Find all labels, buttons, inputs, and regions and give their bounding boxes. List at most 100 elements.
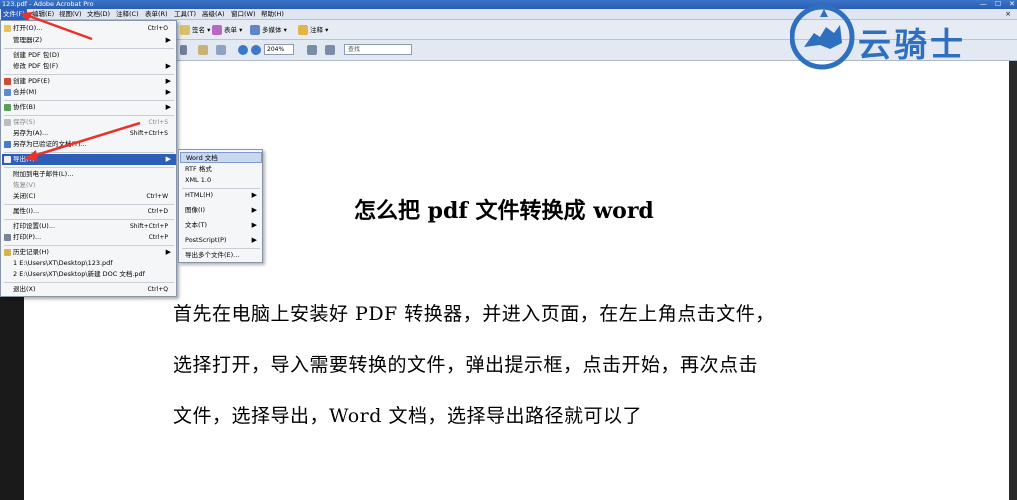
menu-separator [4,152,174,153]
collaborate-icon [4,104,11,111]
comment-icon [298,25,308,35]
menu-item-print[interactable]: 打印(P)... Ctrl+P [2,232,176,243]
menu-item-print-setup[interactable]: 打印设置(U)... Shift+Ctrl+P [2,221,176,232]
submenu-item-label: Word 文档 [186,154,218,162]
submenu-item-image[interactable]: 图像(I) ▶ [180,205,262,216]
zoom-input[interactable]: 204% [264,44,294,55]
forms-icon [212,25,222,35]
menu-item-label: 另存为已验证的文档(T)... [13,140,87,148]
fit-page-icon[interactable] [307,44,317,56]
menu-item-label: 管理器(Z) [13,36,43,44]
menu-item-shortcut: Ctrl+S [148,119,168,126]
menu-item-label: 打印(P)... [13,233,42,241]
submenu-arrow-icon: ▶ [165,103,171,111]
menu-window[interactable]: 窗口(W) [229,9,258,20]
file-menu-dropdown: 打开(O)... Ctrl+O 管理器(Z) ▶ 创建 PDF 包(D) 修改 … [0,20,177,297]
save-icon [4,119,11,126]
menu-separator [4,74,174,75]
submenu-item-text[interactable]: 文本(T) ▶ [180,220,262,231]
menu-item-create-pdf-package[interactable]: 创建 PDF 包(D) [2,50,176,61]
menu-separator [4,100,174,101]
hand-tool-icon[interactable] [198,44,208,56]
menu-edit[interactable]: 编辑(E) [30,9,56,20]
menu-item-label: 退出(X) [13,285,36,293]
submenu-arrow-icon: ▶ [165,36,171,44]
menu-item-create-pdf[interactable]: 创建 PDF(E) ▶ [2,76,176,87]
submenu-item-label: RTF 格式 [185,165,212,173]
menu-separator [4,48,174,49]
menu-help[interactable]: 帮助(H) [259,9,286,20]
menu-item-attach-email[interactable]: 附加到电子邮件(L)... [2,169,176,180]
zoom-tool-icon[interactable] [216,44,226,56]
forms-label: 表单 ▾ [224,26,243,34]
menu-forms[interactable]: 表单(R) [143,9,170,20]
menu-item-save[interactable]: 保存(S) Ctrl+S [2,117,176,128]
menu-item-label: 恢复(V) [13,181,36,189]
menu-item-history[interactable]: 历史记录(H) ▶ [2,247,176,258]
sign-button[interactable]: 签名 ▾ [180,24,210,36]
menu-tools[interactable]: 工具(T) [172,9,198,20]
select-tool-icon[interactable] [180,44,187,56]
comment-label: 注释 ▾ [310,26,329,34]
submenu-item-word[interactable]: Word 文档 [180,152,262,163]
menu-item-label: 创建 PDF 包(D) [13,51,60,59]
menu-item-shortcut: Ctrl+D [147,208,168,215]
menu-item-open[interactable]: 打开(O)... Ctrl+O [2,23,176,34]
submenu-item-postscript[interactable]: PostScript(P) ▶ [180,235,262,246]
submenu-arrow-icon: ▶ [165,155,171,163]
menu-item-shortcut: Shift+Ctrl+P [130,223,168,230]
submenu-arrow-icon: ▶ [165,62,171,70]
window-title: 123.pdf - Adobe Acrobat Pro [2,0,94,8]
menu-item-recent-file-2[interactable]: 2 E:\Users\XT\Desktop\新建 DOC 文档.pdf [2,269,176,280]
zoom-in-icon[interactable] [251,44,261,56]
menu-item-label: 2 E:\Users\XT\Desktop\新建 DOC 文档.pdf [13,270,145,278]
menu-item-shortcut: Ctrl+P [148,234,168,241]
menu-item-shortcut: Ctrl+Q [147,286,168,293]
submenu-item-html[interactable]: HTML(H) ▶ [180,190,262,201]
menu-separator [4,245,174,246]
menu-file[interactable]: 文件(F) [1,9,27,20]
submenu-item-export-multiple[interactable]: 导出多个文件(E)... [180,250,262,261]
menu-comments[interactable]: 注释(C) [114,9,141,20]
menu-item-collaborate[interactable]: 协作(B) ▶ [2,102,176,113]
menu-item-recent-file-1[interactable]: 1 E:\Users\XT\Desktop\123.pdf [2,258,176,269]
menu-document[interactable]: 文档(D) [85,9,112,20]
menu-item-shortcut: Shift+Ctrl+S [129,130,168,137]
menu-item-combine[interactable]: 合并(M) ▶ [2,87,176,98]
menu-separator [4,115,174,116]
menu-item-properties[interactable]: 属性(I)... Ctrl+D [2,206,176,217]
submenu-item-xml[interactable]: XML 1.0 [180,175,262,186]
menu-item-save-as[interactable]: 另存为(A)... Shift+Ctrl+S [2,128,176,139]
submenu-item-rtf[interactable]: RTF 格式 [180,164,262,175]
menu-item-organizer[interactable]: 管理器(Z) ▶ [2,35,176,46]
menu-item-export[interactable]: 导出(T) ▶ [2,154,176,165]
forms-button[interactable]: 表单 ▾ [212,24,242,36]
submenu-item-label: PostScript(P) [185,236,227,244]
document-line-1: 首先在电脑上安装好 PDF 转换器，并进入页面，在左上角点击文件， [173,303,775,325]
find-input[interactable]: 查找 [344,44,412,55]
comment-button[interactable]: 注释 ▾ [298,24,328,36]
submenu-arrow-icon: ▶ [251,191,257,199]
menu-item-label: 附加到电子邮件(L)... [13,170,74,178]
menu-item-modify-pdf-package[interactable]: 修改 PDF 包(F) ▶ [2,61,176,72]
menu-view[interactable]: 视图(V) [57,9,84,20]
vertical-scrollbar[interactable] [1009,61,1017,500]
menu-item-save-as-certified[interactable]: 另存为已验证的文档(T)... [2,139,176,150]
zoom-out-icon[interactable] [238,44,248,56]
menu-item-shortcut: Ctrl+W [146,193,168,200]
submenu-item-label: 导出多个文件(E)... [185,251,240,259]
submenu-arrow-icon: ▶ [251,206,257,214]
menu-advanced[interactable]: 高级(A) [200,9,227,20]
menu-separator [4,282,174,283]
menu-item-close[interactable]: 关闭(C) Ctrl+W [2,191,176,202]
menu-item-exit[interactable]: 退出(X) Ctrl+Q [2,284,176,295]
multimedia-button[interactable]: 多媒体 ▾ [250,24,287,36]
submenu-arrow-icon: ▶ [165,88,171,96]
export-submenu: Word 文档 RTF 格式 XML 1.0 HTML(H) ▶ 图像(I) ▶… [178,149,263,263]
full-screen-icon[interactable] [325,44,335,56]
submenu-item-label: 图像(I) [185,206,205,214]
submenu-item-label: 文本(T) [185,221,208,229]
menu-separator [182,188,260,189]
menu-separator [4,204,174,205]
menu-item-revert[interactable]: 恢复(V) [2,180,176,191]
